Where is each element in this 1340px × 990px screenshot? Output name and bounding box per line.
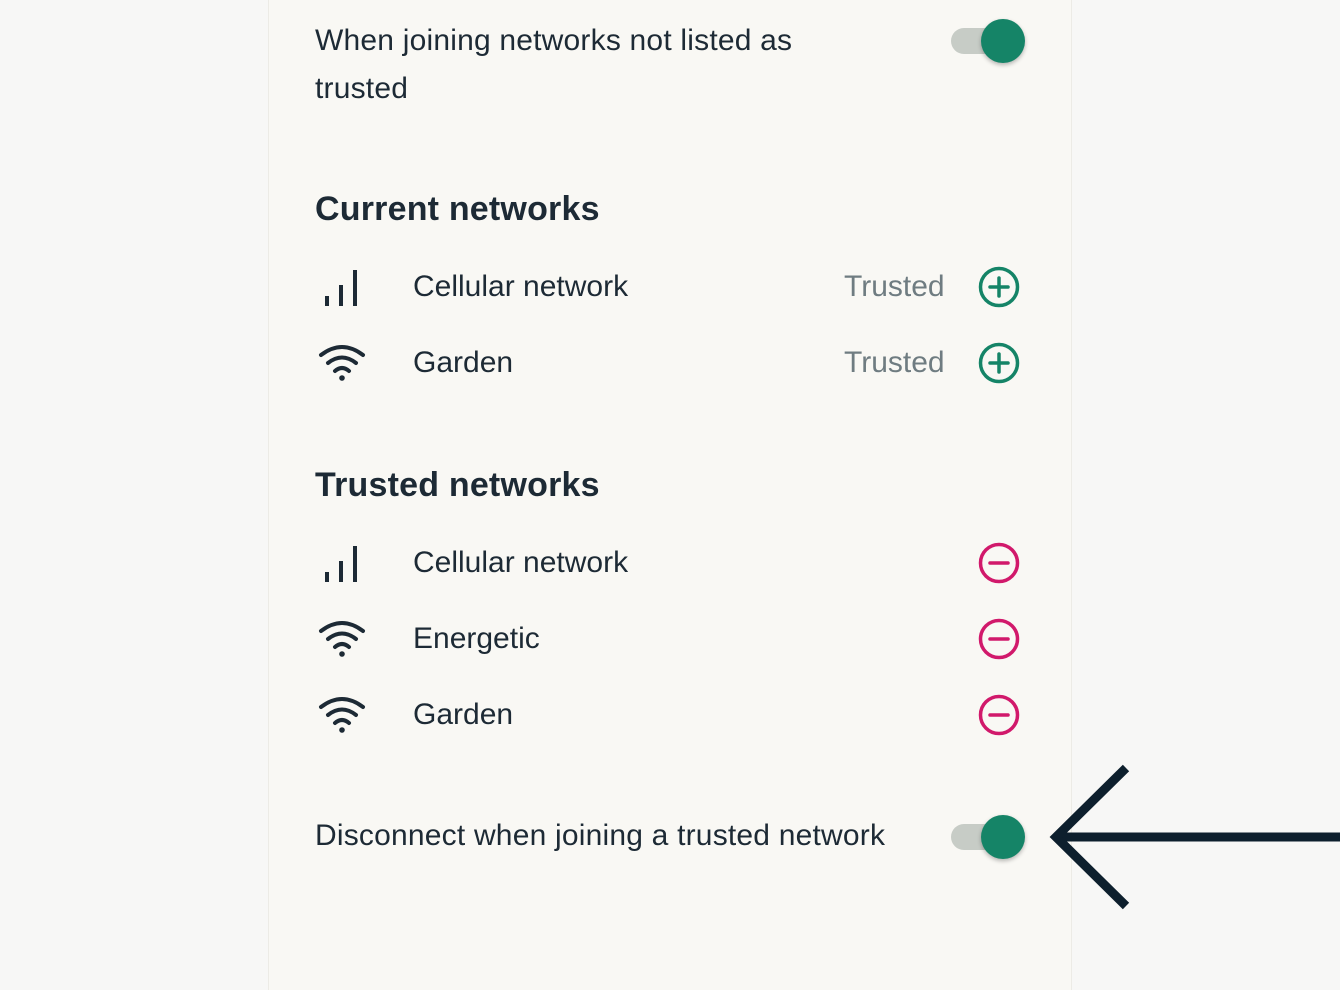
wifi-icon (319, 697, 365, 733)
current-networks-heading: Current networks (315, 190, 600, 228)
remove-circle-icon[interactable] (977, 617, 1021, 661)
remove-circle-icon[interactable] (977, 541, 1021, 585)
current-network-row: Cellular network Trusted (269, 262, 1073, 312)
cellular-signal-icon (325, 546, 357, 582)
settings-panel: When joining networks not listed as trus… (268, 0, 1072, 990)
network-name: Energetic (413, 622, 540, 655)
trusted-status-label: Trusted (844, 270, 945, 303)
toggle-thumb (981, 815, 1025, 859)
add-circle-icon[interactable] (977, 341, 1021, 385)
untrusted-networks-toggle[interactable] (949, 16, 1027, 64)
trusted-network-row: Cellular network (269, 538, 1073, 588)
add-circle-icon[interactable] (977, 265, 1021, 309)
network-name: Cellular network (413, 270, 629, 303)
trusted-network-row: Garden (269, 690, 1073, 740)
wifi-icon (319, 345, 365, 381)
network-name: Cellular network (413, 546, 629, 579)
remove-circle-icon[interactable] (977, 693, 1021, 737)
untrusted-networks-toggle-label: When joining networks not listed as trus… (315, 24, 793, 105)
current-network-row: Garden Trusted (269, 338, 1073, 388)
trusted-network-row: Energetic (269, 614, 1073, 664)
trusted-networks-heading: Trusted networks (315, 466, 600, 504)
trusted-status-label: Trusted (844, 346, 945, 379)
wifi-icon (319, 621, 365, 657)
disconnect-toggle-label: Disconnect when joining a trusted networ… (315, 819, 886, 852)
toggle-thumb (981, 19, 1025, 63)
disconnect-trusted-toggle[interactable] (949, 812, 1027, 860)
cellular-signal-icon (325, 270, 357, 306)
network-name: Garden (413, 698, 514, 731)
pointer-arrow-icon (1049, 764, 1340, 910)
network-name: Garden (413, 346, 514, 379)
